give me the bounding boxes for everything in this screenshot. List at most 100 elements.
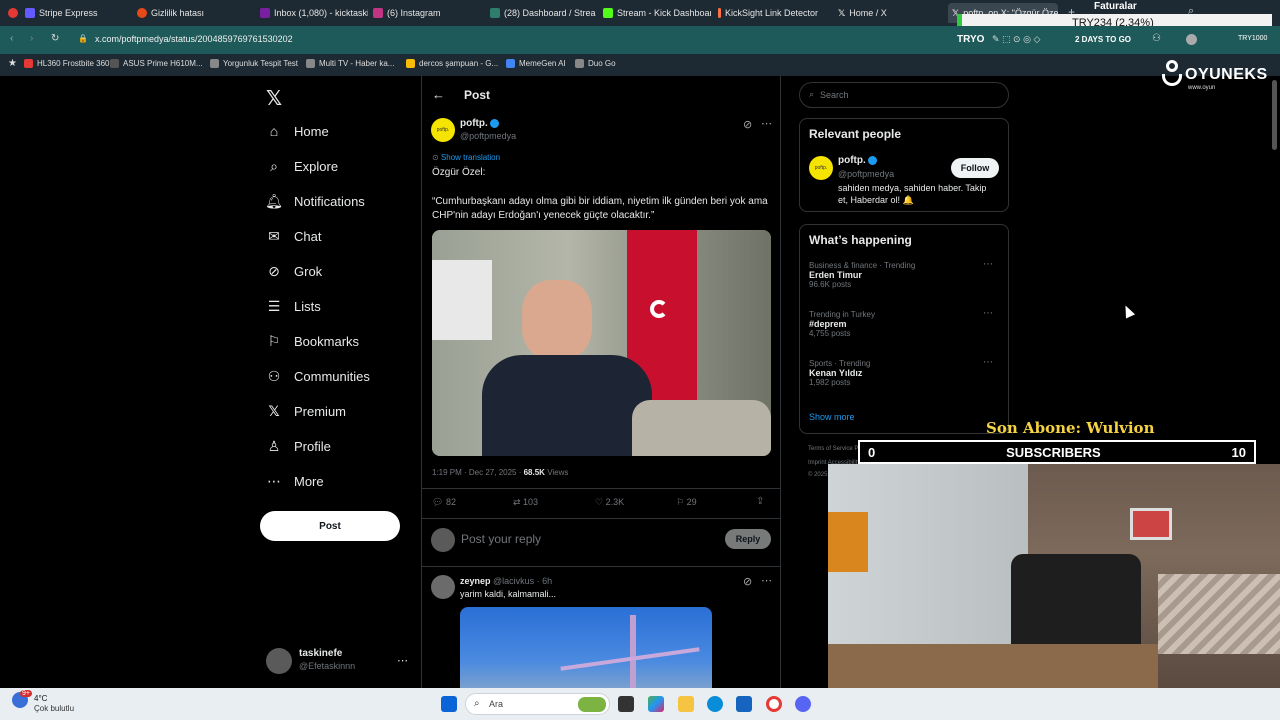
divider xyxy=(422,518,780,519)
opera-icon[interactable] xyxy=(766,696,782,712)
post-button[interactable]: Post xyxy=(260,511,400,541)
nav-home[interactable]: ⌂ Home xyxy=(266,118,329,144)
trend-more-icon[interactable]: ⋯ xyxy=(983,357,993,368)
bookmark-item[interactable]: Duo Go xyxy=(575,59,616,68)
browser-menu-icon[interactable] xyxy=(8,3,22,23)
bookmarks-bar: ★ HL360 Frostbite 360... ASUS Prime H610… xyxy=(0,54,1280,76)
x-logo-icon: 𝕏 xyxy=(838,7,846,18)
show-translation-link[interactable]: ⊙ Show translation xyxy=(432,153,500,162)
file-explorer-icon[interactable] xyxy=(678,696,694,712)
wall-poster-shape xyxy=(432,260,492,340)
edge-icon[interactable] xyxy=(707,696,723,712)
nav-chat[interactable]: ✉ Chat xyxy=(266,223,321,249)
address-bar-row: ‹ › ↻ 🔒 x.com/poftpmedya/status/20048597… xyxy=(0,26,1280,54)
bookmark-item[interactable]: Yorgunluk Tespit Test xyxy=(210,59,298,68)
back-arrow-icon[interactable]: ← xyxy=(432,87,445,102)
reply-more-icon[interactable]: ⋯ xyxy=(761,574,772,587)
grok-analyze-icon[interactable]: ⊘ xyxy=(743,118,752,131)
nav-grok[interactable]: ⊘ Grok xyxy=(266,258,322,284)
try-small-label: TRY1000 xyxy=(1238,35,1268,42)
tab-home-x[interactable]: 𝕏 Home / X xyxy=(838,3,942,23)
tab-favicon-icon xyxy=(137,8,147,18)
tab-gizlilik[interactable]: Gizlilik hatası xyxy=(137,3,249,23)
weather-text: Çok bulutlu xyxy=(34,704,75,713)
reply-input[interactable]: Post your reply xyxy=(461,532,541,546)
tab-inbox[interactable]: Inbox (1,080) - kicktaskin xyxy=(260,3,368,23)
discord-icon[interactable] xyxy=(795,696,811,712)
reply-image[interactable] xyxy=(460,607,712,688)
bookmark-item[interactable]: dercos şampuan - G... xyxy=(406,59,498,68)
bookmark-favicon-icon xyxy=(406,59,415,68)
tab-instagram[interactable]: (6) Instagram xyxy=(373,3,483,23)
nav-premium[interactable]: 𝕏 Premium xyxy=(266,398,346,424)
bookmark-item[interactable]: Multi TV - Haber ka... xyxy=(306,59,394,68)
trend-item[interactable]: Trending in Turkey #deprem 4,755 posts ⋯ xyxy=(809,308,999,338)
nav-notifications[interactable]: 🔔︎ Notifications xyxy=(265,188,365,214)
nav-profile[interactable]: ♙ Profile xyxy=(266,433,331,459)
person-avatar[interactable]: poftp. xyxy=(809,156,833,180)
reply-button[interactable]: Reply xyxy=(725,529,771,549)
reply-author[interactable]: zeynep @lacivkus · 6h xyxy=(460,576,552,586)
repost-action[interactable]: ⇄ 103 xyxy=(513,497,538,508)
task-view-icon[interactable] xyxy=(618,696,634,712)
account-handle: @Efetaskinnn xyxy=(299,661,356,671)
tab-stripe[interactable]: Stripe Express xyxy=(25,3,130,23)
tab-kicksight[interactable]: KickSight Link Detector xyxy=(718,3,828,23)
taskbar-search-input[interactable]: ⌕ Ara xyxy=(465,693,610,715)
reply-avatar[interactable] xyxy=(431,575,455,599)
url-text[interactable]: x.com/poftpmedya/status/2004859769761530… xyxy=(95,34,293,44)
nav-communities[interactable]: ⚇ Communities xyxy=(266,363,370,389)
bookmark-item[interactable]: MemeGen AI xyxy=(506,59,566,68)
post-image[interactable] xyxy=(432,230,771,456)
post-more-icon[interactable]: ⋯ xyxy=(761,117,772,130)
cursor-icon xyxy=(1120,303,1136,319)
bookmark-action[interactable]: ⚐ 29 xyxy=(676,497,697,508)
avatar[interactable] xyxy=(266,648,292,674)
trend-item[interactable]: Business & finance · Trending Erden Timu… xyxy=(809,259,999,289)
x-logo-icon[interactable]: 𝕏 xyxy=(266,86,282,111)
account-name: taskinefe xyxy=(299,648,343,659)
extension-icons[interactable]: ✎ ⬚ ⊙ ◎ ◇ xyxy=(992,34,1040,45)
trend-more-icon[interactable]: ⋯ xyxy=(983,308,993,319)
bookmark-item[interactable]: ASUS Prime H610M... xyxy=(110,59,203,68)
follow-button[interactable]: Follow xyxy=(951,158,999,178)
account-avatar-icon[interactable] xyxy=(1186,34,1197,45)
share-icon[interactable]: ⇪ xyxy=(756,496,764,507)
taskbar: 9+ 4°C Çok bulutlu ⌕ Ara xyxy=(0,688,1280,720)
store-icon[interactable] xyxy=(736,696,752,712)
show-more-link[interactable]: Show more xyxy=(809,412,855,422)
author-avatar[interactable]: poftp. xyxy=(431,118,455,142)
person-body-shape xyxy=(482,355,652,456)
tab-kick[interactable]: Stream - Kick Dashboard xyxy=(603,3,711,23)
windows-start-icon[interactable] xyxy=(441,696,457,712)
nav-explore[interactable]: ⌕ Explore xyxy=(266,153,338,179)
account-more-icon[interactable]: ⋯ xyxy=(397,654,408,667)
back-icon[interactable]: ‹ xyxy=(10,33,13,44)
relevant-title: Relevant people xyxy=(809,127,902,141)
composer-avatar xyxy=(431,528,455,552)
author-name[interactable]: poftp. xyxy=(460,118,499,129)
search-input[interactable]: ⌕ Search xyxy=(799,82,1009,108)
trend-more-icon[interactable]: ⋯ xyxy=(983,259,993,270)
oyuneks-logo-icon xyxy=(1162,60,1182,88)
person-name[interactable]: poftp. xyxy=(838,155,877,166)
tab-streamlabs[interactable]: (28) Dashboard / Streamla xyxy=(490,3,596,23)
reply-action[interactable]: 💬︎ 82 xyxy=(432,497,456,508)
reload-icon[interactable]: ↻ xyxy=(51,33,59,44)
forward-icon[interactable]: › xyxy=(30,33,33,44)
profile-icon[interactable]: ⚇ xyxy=(1152,33,1161,44)
nav-bookmarks[interactable]: ⚐ Bookmarks xyxy=(266,328,359,354)
copilot-icon[interactable] xyxy=(648,696,664,712)
bookmark-favicon-icon xyxy=(306,59,315,68)
home-icon: ⌂ xyxy=(269,123,279,139)
nav-more[interactable]: ⋯ More xyxy=(266,468,324,494)
bookmark-star-icon[interactable]: ★ xyxy=(8,58,17,69)
bookmark-item[interactable]: HL360 Frostbite 360... xyxy=(24,59,116,68)
page-scrollbar[interactable] xyxy=(1272,80,1277,150)
grok-analyze-icon[interactable]: ⊘ xyxy=(743,575,752,588)
nav-lists[interactable]: ☰ Lists xyxy=(266,293,321,319)
more-icon: ⋯ xyxy=(267,472,281,489)
like-action[interactable]: ♡ 2.3K xyxy=(595,497,624,508)
extension-tryo[interactable]: TRYO xyxy=(957,34,984,45)
trend-item[interactable]: Sports · Trending Kenan Yıldız 1,982 pos… xyxy=(809,357,999,387)
